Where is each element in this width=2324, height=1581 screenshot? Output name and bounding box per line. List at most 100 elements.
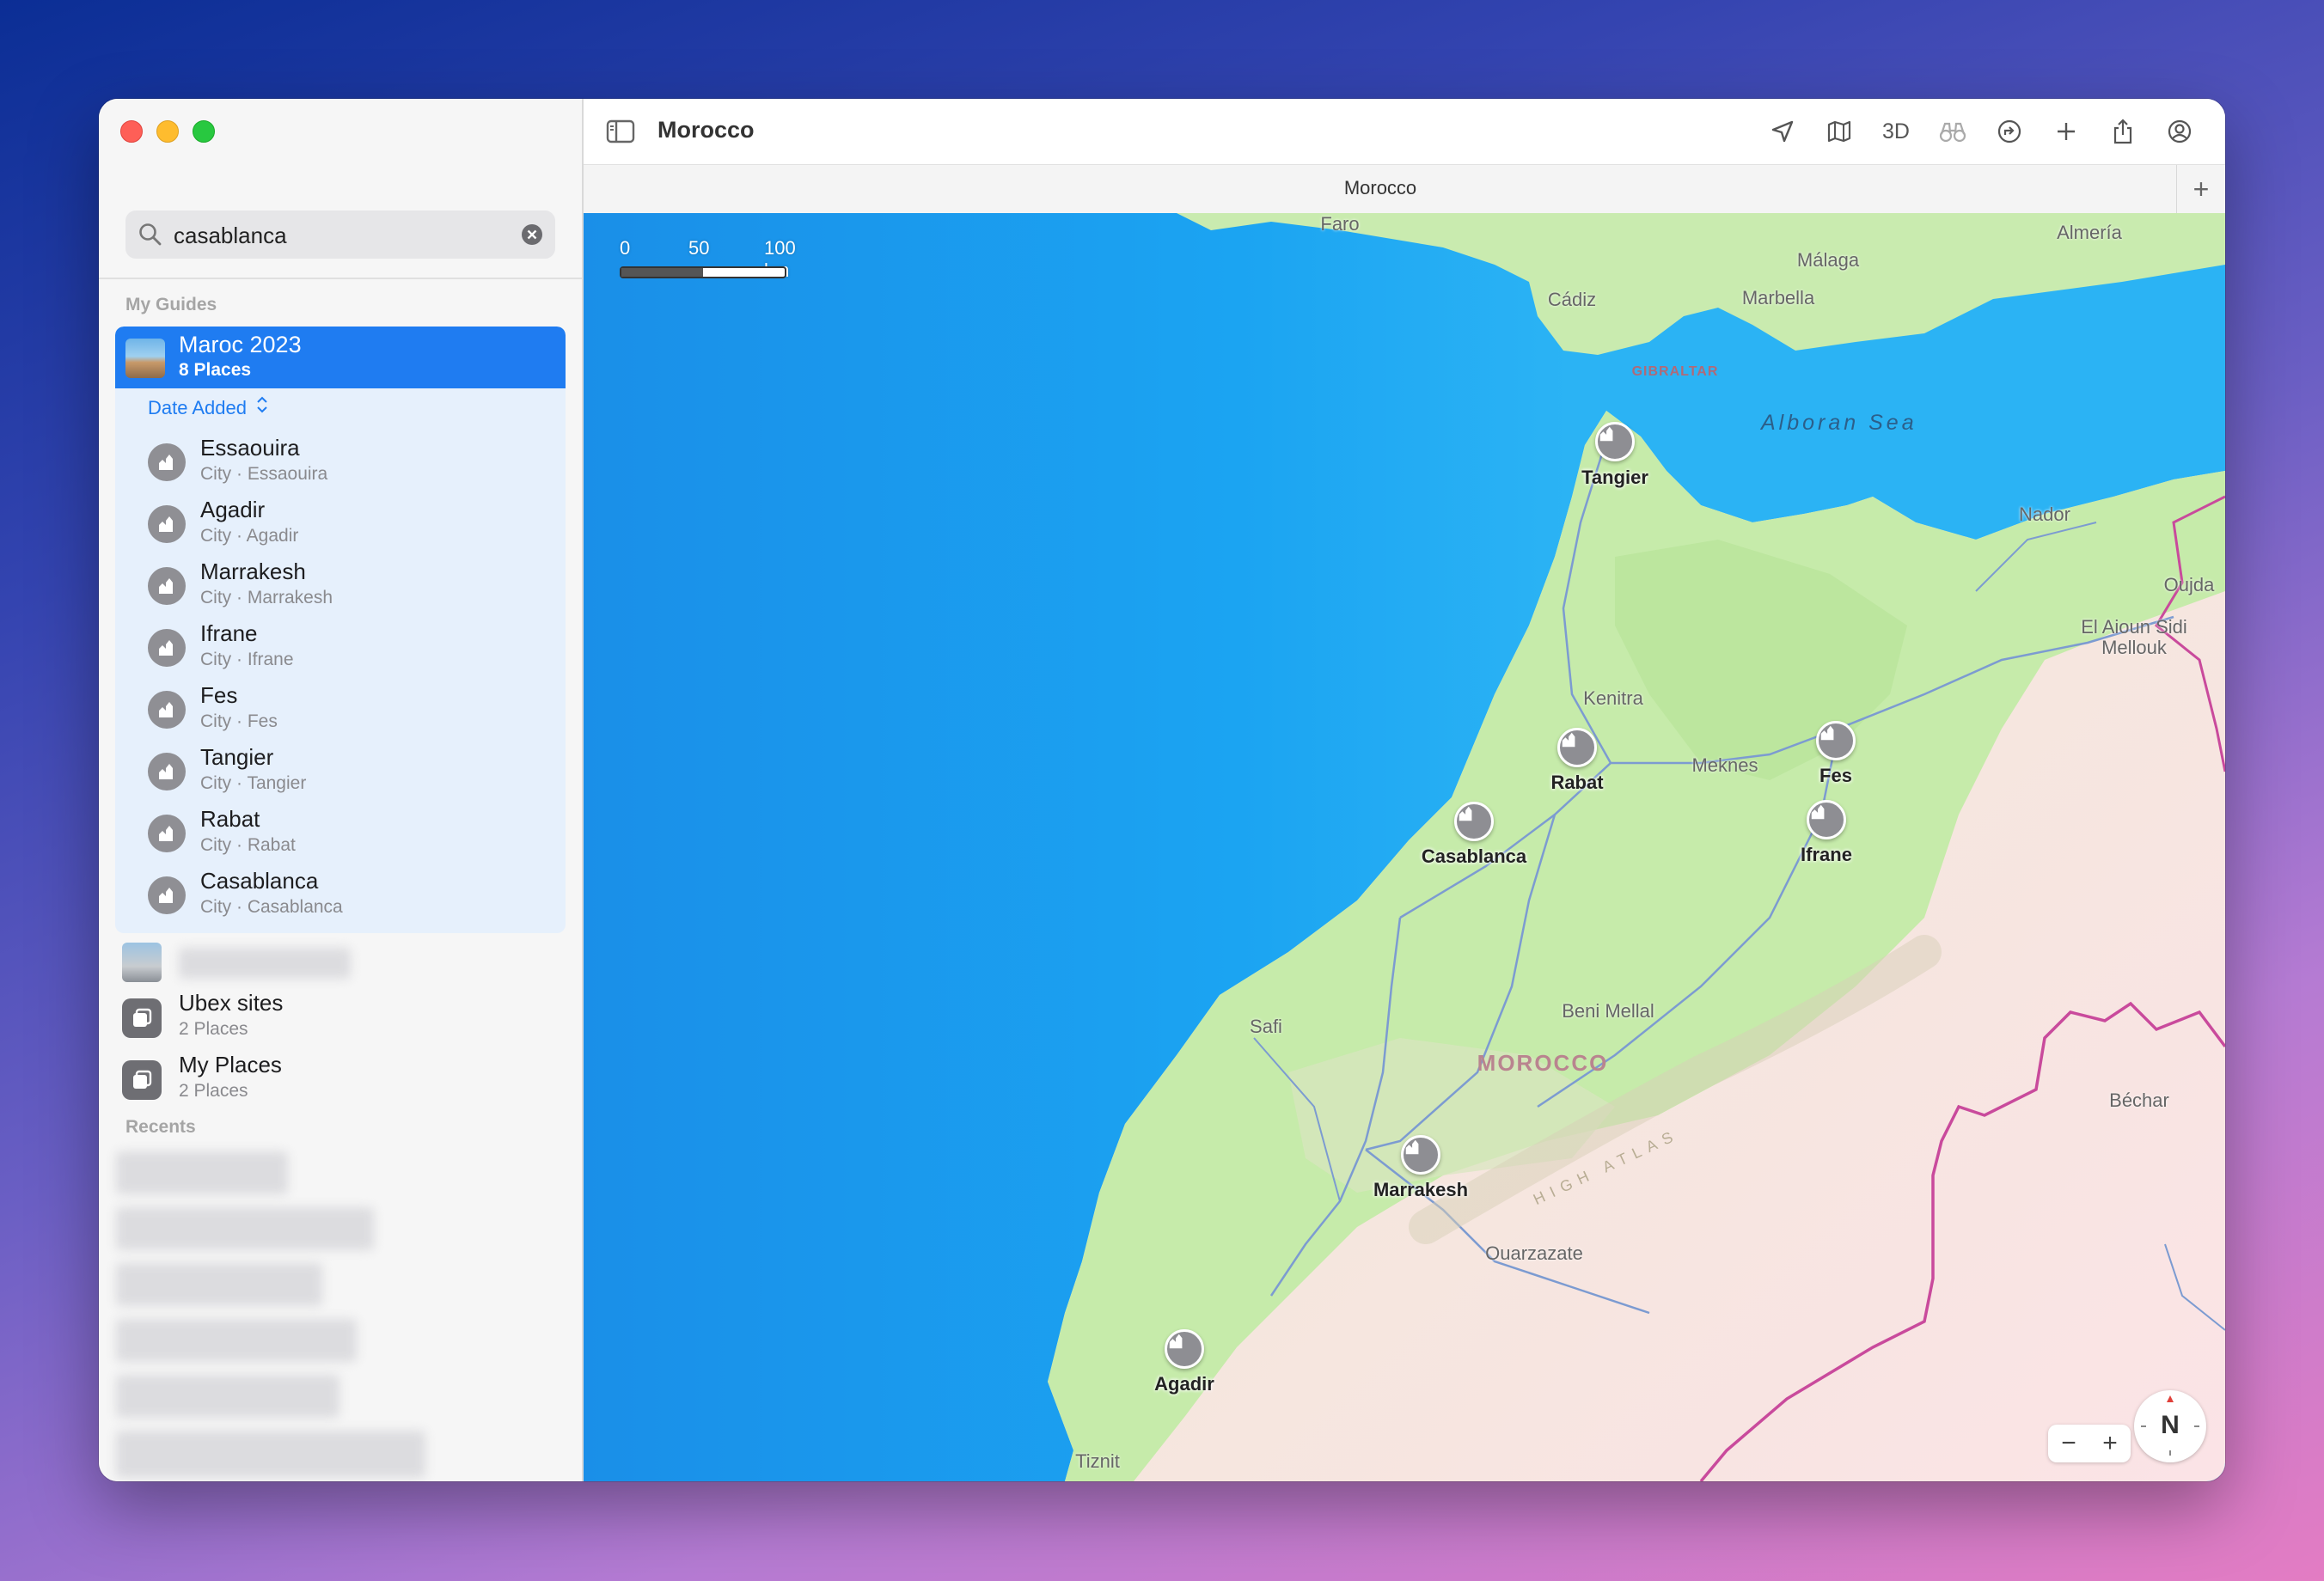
city-icon — [148, 691, 186, 729]
map-label-nador[interactable]: Nador — [2019, 504, 2070, 526]
city-label-tangier[interactable]: Tangier — [1581, 467, 1648, 489]
city-label-fes[interactable]: Fes — [1819, 765, 1852, 787]
tab-morocco[interactable]: Morocco — [584, 177, 2177, 199]
guide-thumbnail — [122, 943, 162, 982]
scale-bar — [620, 266, 786, 278]
map-label-el-aioun[interactable]: El Aioun Sidi Mellouk — [2057, 617, 2211, 658]
map-label-gibraltar[interactable]: GIBRALTAR — [1632, 364, 1719, 380]
pin-casablanca[interactable] — [1454, 802, 1494, 841]
map-canvas[interactable]: 0 50 100 km Faro Almería Málaga Cádiz Ma… — [584, 213, 2225, 1481]
three-d-button[interactable]: 3D — [1868, 116, 1924, 147]
selected-guide-row[interactable]: Maroc 2023 8 Places — [115, 327, 566, 388]
guide-subtitle: 8 Places — [179, 360, 252, 380]
sort-menu[interactable]: Date Added — [148, 395, 269, 419]
maps-window: casablanca My Guides Maroc 2023 8 Places… — [99, 99, 2225, 1481]
clear-search-icon[interactable] — [521, 223, 543, 250]
place-detail: City · Ifrane — [200, 650, 294, 669]
place-detail: City · Fes — [200, 711, 278, 731]
toolbar-icons: 3D — [1754, 116, 2208, 147]
zoom-out-button[interactable]: − — [2061, 1429, 2076, 1458]
map-label-country[interactable]: MOROCCO — [1477, 1050, 1609, 1077]
new-tab-button[interactable]: + — [2176, 165, 2225, 213]
map-label-almeria[interactable]: Almería — [2057, 222, 2122, 244]
city-label-marrakesh[interactable]: Marrakesh — [1373, 1179, 1468, 1201]
city-label-ifrane[interactable]: Ifrane — [1801, 844, 1852, 866]
redacted-recent[interactable] — [116, 1319, 357, 1362]
map-label-meknes[interactable]: Meknes — [1691, 754, 1758, 777]
pin-fes[interactable] — [1816, 721, 1856, 760]
sort-label: Date Added — [148, 397, 247, 418]
map-label-marbella[interactable]: Marbella — [1742, 287, 1814, 309]
toolbar: Morocco 3D — [584, 99, 2225, 164]
map-label-beni-mellal[interactable]: Beni Mellal — [1562, 1000, 1654, 1022]
redacted-recent[interactable] — [116, 1375, 339, 1418]
place-detail: City · Tangier — [200, 773, 307, 793]
redacted-text — [179, 948, 351, 979]
list-item[interactable]: Marrakesh City · Marrakesh — [115, 555, 566, 617]
zoom-window-button[interactable] — [193, 120, 215, 143]
pin-marrakesh[interactable] — [1401, 1135, 1440, 1175]
place-detail: City · Rabat — [200, 835, 296, 855]
close-window-button[interactable] — [120, 120, 143, 143]
place-name: Fes — [200, 682, 238, 708]
guide-my-places[interactable]: My Places 2 Places — [115, 1048, 566, 1110]
redacted-recent[interactable] — [116, 1207, 374, 1250]
list-item[interactable]: Essaouira City · Essaouira — [115, 431, 566, 493]
sidebar-toggle-icon[interactable] — [606, 119, 635, 148]
redacted-recent[interactable] — [116, 1431, 425, 1478]
map-label-oujda[interactable]: Oujda — [2164, 574, 2215, 596]
city-label-casablanca[interactable]: Casablanca — [1422, 845, 1526, 868]
compass-button[interactable]: N — [2134, 1390, 2206, 1462]
map-label-cadiz[interactable]: Cádiz — [1548, 289, 1596, 311]
guide-detail: 2 Places — [179, 1081, 248, 1101]
map-label-alboran-sea[interactable]: Alboran Sea — [1761, 411, 1914, 436]
pin-ifrane[interactable] — [1807, 800, 1846, 839]
window-title: Morocco — [657, 117, 755, 143]
search-input[interactable]: casablanca — [174, 223, 287, 249]
map-label-tiznit[interactable]: Tiznit — [1075, 1450, 1120, 1473]
guide-ubex-sites[interactable]: Ubex sites 2 Places — [115, 986, 566, 1048]
blurred-guide-row[interactable] — [115, 931, 566, 992]
list-item[interactable]: Ifrane City · Ifrane — [115, 617, 566, 679]
map-mode-icon[interactable] — [1811, 116, 1868, 147]
map-label-faro[interactable]: Faro — [1320, 213, 1359, 235]
location-arrow-icon[interactable] — [1754, 116, 1811, 147]
city-icon — [148, 505, 186, 543]
map-terrain — [584, 213, 2225, 1481]
map-label-safi[interactable]: Safi — [1250, 1016, 1282, 1038]
recents-header: Recents — [125, 1117, 196, 1137]
account-icon[interactable] — [2151, 116, 2208, 147]
city-icon — [148, 815, 186, 852]
pin-agadir[interactable] — [1165, 1329, 1204, 1369]
share-icon[interactable] — [2095, 116, 2151, 147]
my-guides-header: My Guides — [125, 295, 217, 314]
pin-rabat[interactable] — [1557, 728, 1597, 767]
place-detail: City · Marrakesh — [200, 588, 333, 607]
pin-tangier[interactable] — [1595, 422, 1635, 461]
map-label-bechar[interactable]: Béchar — [2109, 1090, 2169, 1112]
list-item[interactable]: Tangier City · Tangier — [115, 741, 566, 803]
map-label-malaga[interactable]: Málaga — [1797, 249, 1859, 272]
search-icon — [138, 222, 163, 252]
directions-icon[interactable] — [1981, 116, 2038, 147]
place-name: Ifrane — [200, 620, 258, 646]
add-plus-icon[interactable] — [2038, 116, 2095, 147]
city-label-rabat[interactable]: Rabat — [1550, 772, 1603, 794]
city-icon — [148, 753, 186, 790]
list-item[interactable]: Agadir City · Agadir — [115, 493, 566, 555]
up-down-chevron-icon — [255, 395, 269, 419]
list-item[interactable]: Casablanca City · Casablanca — [115, 864, 566, 926]
map-label-kenitra[interactable]: Kenitra — [1583, 687, 1643, 710]
look-around-binoculars-icon[interactable] — [1924, 116, 1981, 147]
list-item[interactable]: Fes City · Fes — [115, 679, 566, 741]
redacted-recent[interactable] — [116, 1263, 322, 1306]
minimize-window-button[interactable] — [156, 120, 179, 143]
redacted-recent[interactable] — [116, 1151, 288, 1194]
search-field[interactable]: casablanca — [125, 211, 555, 259]
guide-icon — [122, 1060, 162, 1100]
place-detail: City · Casablanca — [200, 897, 343, 917]
city-label-agadir[interactable]: Agadir — [1154, 1373, 1214, 1395]
zoom-in-button[interactable]: + — [2102, 1429, 2118, 1458]
map-label-ouarzazate[interactable]: Ouarzazate — [1485, 1242, 1583, 1265]
list-item[interactable]: Rabat City · Rabat — [115, 803, 566, 864]
